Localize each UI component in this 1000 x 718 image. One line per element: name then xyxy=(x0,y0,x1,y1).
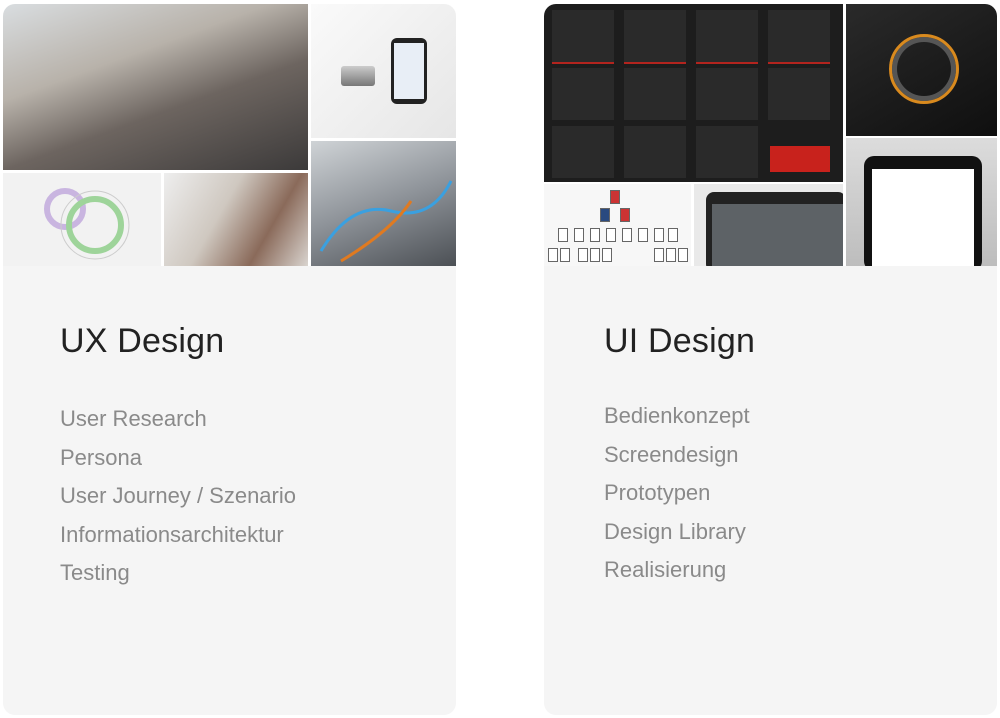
ui-design-card[interactable]: UI Design Bedienkonzept Screendesign Pro… xyxy=(544,4,997,715)
laptop-dashboard-image xyxy=(694,184,843,266)
ui-service-list: Bedienkonzept Screendesign Prototypen De… xyxy=(604,397,750,590)
list-item[interactable]: Prototypen xyxy=(604,474,750,513)
list-item[interactable]: User Journey / Szenario xyxy=(60,477,296,516)
list-item[interactable]: Persona xyxy=(60,439,296,478)
car-interior-photo xyxy=(311,141,456,266)
knob-controller-image xyxy=(846,4,997,136)
list-item[interactable]: Bedienkonzept xyxy=(604,397,750,436)
device-screens-image xyxy=(544,4,843,182)
list-item[interactable]: Informationsarchitektur xyxy=(60,516,296,555)
workshop-photo xyxy=(3,4,308,170)
list-item[interactable]: Screendesign xyxy=(604,436,750,475)
list-item[interactable]: Realisierung xyxy=(604,551,750,590)
kitchen-research-photo xyxy=(164,173,308,266)
list-item[interactable]: Testing xyxy=(60,554,296,593)
card-title: UX Design xyxy=(60,322,225,360)
smartphone-lock-photo xyxy=(311,4,456,138)
list-item[interactable]: User Research xyxy=(60,400,296,439)
ux-image-collage xyxy=(3,4,456,266)
list-item[interactable]: Design Library xyxy=(604,513,750,552)
journey-diagram-image xyxy=(3,173,161,266)
ux-service-list: User Research Persona User Journey / Sze… xyxy=(60,400,296,593)
card-title: UI Design xyxy=(604,322,756,360)
ui-image-collage xyxy=(544,4,997,266)
screen-flow-diagram-image xyxy=(544,184,691,266)
tablet-app-image xyxy=(846,138,997,266)
ux-design-card[interactable]: UX Design User Research Persona User Jou… xyxy=(3,4,456,715)
